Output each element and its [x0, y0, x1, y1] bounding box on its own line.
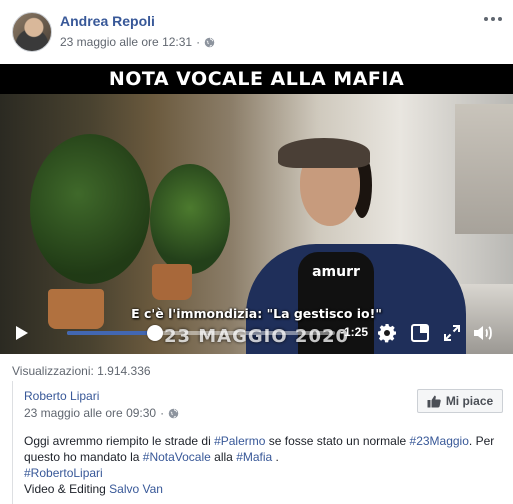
- progress-handle[interactable]: [147, 325, 164, 341]
- post-text: alla: [210, 450, 237, 464]
- view-count: Visualizzazioni: 1.914.336: [12, 364, 151, 378]
- progress-bar[interactable]: [67, 331, 335, 335]
- shared-post-text: Oggi avremmo riempito le strade di #Pale…: [24, 433, 504, 497]
- background-building: [455, 104, 513, 234]
- post-timestamp[interactable]: 23 maggio alle ore 12:31: [60, 35, 192, 49]
- post-author-name[interactable]: Andrea Repoli: [60, 13, 155, 29]
- hashtag-link[interactable]: #Mafia: [236, 450, 272, 464]
- background-plant: [30, 134, 150, 284]
- shared-post: Roberto Lipari 23 maggio alle ore 09:30 …: [12, 381, 513, 504]
- separator: ·: [196, 35, 201, 49]
- flower-pot: [152, 264, 192, 300]
- hashtag-link[interactable]: #RobertoLipari: [24, 466, 103, 480]
- credit-text: Video & Editing: [24, 482, 110, 496]
- hashtag-link[interactable]: #NotaVocale: [143, 450, 211, 464]
- person-cap: [278, 138, 370, 168]
- globe-icon[interactable]: [168, 408, 179, 419]
- play-icon[interactable]: [12, 323, 32, 343]
- video-title-banner: NOTA VOCALE ALLA MAFIA: [0, 64, 513, 94]
- credit-profile-link[interactable]: Salvo Van: [109, 482, 163, 496]
- post-header: Andrea Repoli 23 maggio alle ore 12:31 ·: [0, 0, 513, 64]
- video-player[interactable]: NOTA VOCALE ALLA MAFIA amurr E c'è l'imm…: [0, 64, 513, 354]
- fullscreen-icon[interactable]: [441, 322, 463, 344]
- post-text: Oggi avremmo riempito le strade di: [24, 434, 215, 448]
- more-options-icon[interactable]: [481, 10, 505, 28]
- post-meta: 23 maggio alle ore 12:31 ·: [60, 35, 215, 49]
- background-plant: [150, 164, 230, 274]
- hashtag-link[interactable]: #23Maggio: [410, 434, 469, 448]
- like-page-button[interactable]: Mi piace: [417, 389, 503, 413]
- progress-fill: [67, 331, 156, 335]
- thumbs-up-icon: [427, 395, 441, 407]
- avatar[interactable]: [12, 12, 52, 52]
- volume-icon[interactable]: [472, 322, 496, 344]
- time-remaining: -1:25: [340, 325, 369, 339]
- hashtag-link[interactable]: #Palermo: [214, 434, 265, 448]
- separator: ·: [160, 406, 165, 420]
- post-text: .: [272, 450, 279, 464]
- shirt-print: amurr: [312, 264, 360, 280]
- like-button-label: Mi piace: [445, 394, 494, 408]
- quality-icon[interactable]: [409, 322, 431, 344]
- shared-post-author[interactable]: Roberto Lipari: [24, 389, 99, 403]
- settings-gear-icon[interactable]: [376, 322, 398, 344]
- post-text: se fosse stato un normale: [265, 434, 410, 448]
- globe-icon[interactable]: [204, 37, 215, 48]
- video-controls: -1:25: [0, 317, 513, 347]
- shared-post-meta: 23 maggio alle ore 09:30 ·: [24, 406, 179, 420]
- shared-post-timestamp[interactable]: 23 maggio alle ore 09:30: [24, 406, 156, 420]
